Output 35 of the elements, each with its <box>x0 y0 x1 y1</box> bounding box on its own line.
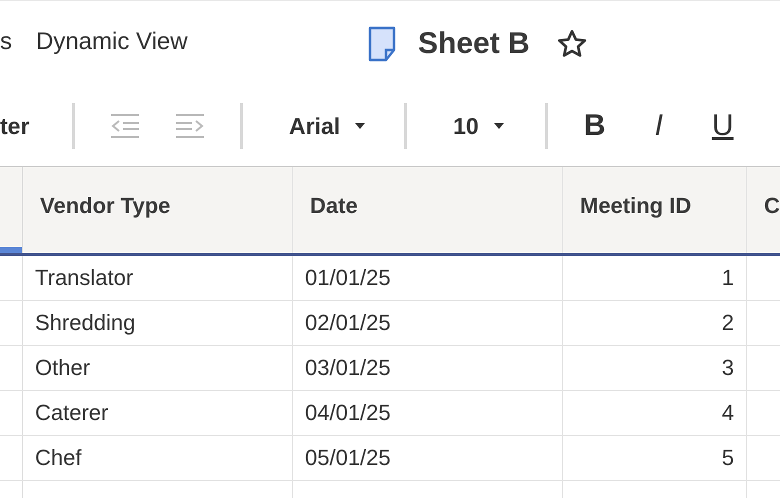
table-cell: 05/01/25 <box>293 436 563 480</box>
sheet-icon <box>368 26 396 62</box>
table-cell: 02/01/25 <box>293 301 563 345</box>
star-icon[interactable] <box>556 28 588 60</box>
table-cell: 4 <box>563 391 747 435</box>
selection-indicator <box>0 247 22 253</box>
nav-tab[interactable]: Dynamic View <box>36 28 188 56</box>
italic-button[interactable]: I <box>638 109 679 143</box>
bold-button[interactable]: B <box>574 109 615 143</box>
table-cell: 2 <box>563 301 747 345</box>
table-cell: Chef <box>23 436 293 480</box>
table-cell: Translator <box>23 256 293 300</box>
table-cell: Caterer <box>23 391 293 435</box>
table-cell: 5 <box>563 436 747 480</box>
table-cell: 04/01/25 <box>293 391 563 435</box>
column-header[interactable]: Meeting ID <box>563 167 747 253</box>
underline-button[interactable]: U <box>702 109 743 143</box>
table-cell: 3 <box>563 346 747 390</box>
table-cell: 03/01/25 <box>293 346 563 390</box>
table-cell: Shredding <box>23 301 293 345</box>
nav-tab[interactable]: s <box>0 28 12 56</box>
outdent-icon[interactable] <box>110 113 140 139</box>
toolbar-button[interactable]: ter <box>0 112 72 140</box>
table-cell: 01/01/25 <box>293 256 563 300</box>
column-header[interactable]: Vendor Type <box>23 167 293 253</box>
table-cell: Other <box>23 346 293 390</box>
table-cell: 1 <box>563 256 747 300</box>
font-dropdown[interactable]: Arial <box>289 112 366 140</box>
indent-icon[interactable] <box>175 113 205 139</box>
sheet-title: Sheet B <box>418 26 530 60</box>
caret-icon <box>354 122 366 130</box>
font-size-dropdown[interactable]: 10 <box>453 112 505 140</box>
column-header[interactable]: C <box>747 167 780 253</box>
caret-icon <box>492 122 505 130</box>
column-header[interactable]: Date <box>293 167 563 253</box>
